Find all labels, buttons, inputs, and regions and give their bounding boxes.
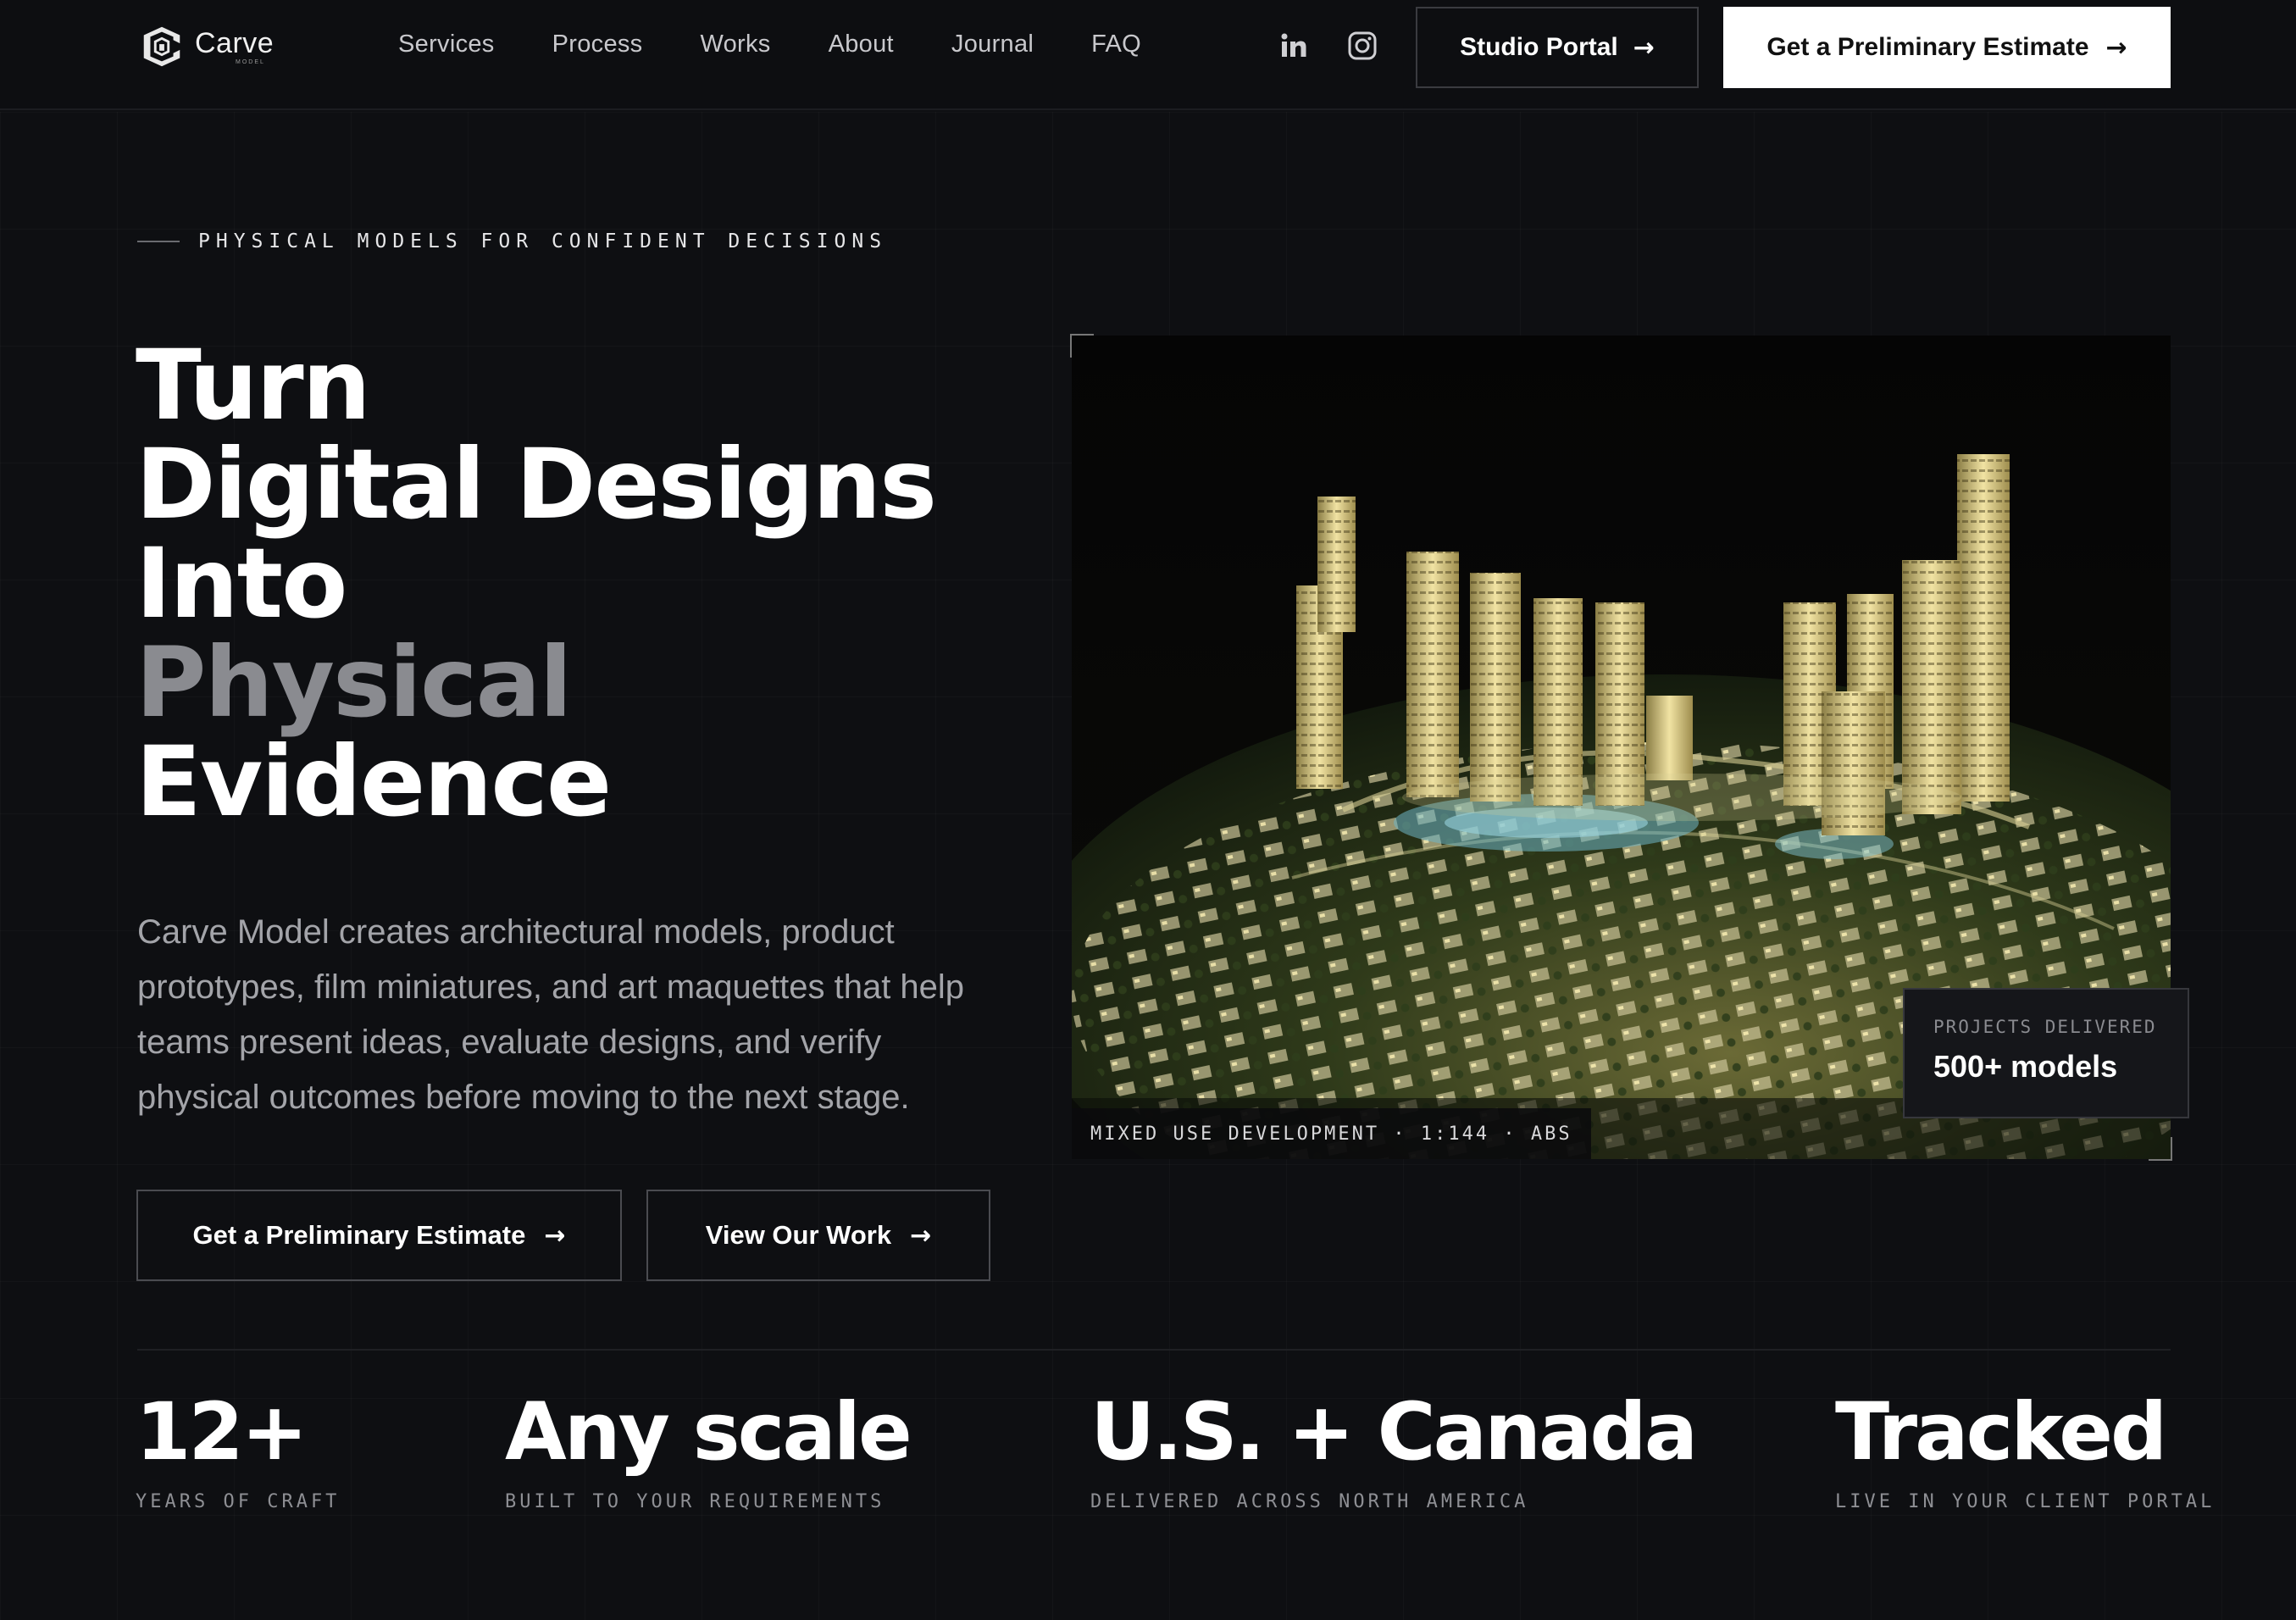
primary-nav: Services Process Works About Journal FAQ [398, 31, 1199, 58]
headline-line: Into [136, 527, 347, 640]
arrow-right-icon: → [1633, 32, 1655, 63]
stat-tracked: Tracked LIVE IN YOUR CLIENT PORTAL [1835, 1386, 2215, 1512]
logo-subtext: MODEL [236, 59, 265, 65]
instagram-icon[interactable] [1347, 31, 1378, 61]
studio-portal-label: Studio Portal [1460, 33, 1618, 61]
hero-headline: Turn Digital Designs Into Physical Evide… [136, 329, 937, 838]
photo-corner-frame [2149, 1137, 2172, 1161]
photo-corner-frame [1070, 334, 1094, 358]
logo-mark-icon [143, 26, 180, 67]
linkedin-icon[interactable] [1278, 31, 1309, 61]
stat-value: Tracked [1835, 1386, 2167, 1479]
stat-scale: Any scale BUILT TO YOUR REQUIREMENTS [505, 1386, 912, 1512]
card-value: 500+ models [1933, 1049, 2118, 1084]
hero-estimate-button[interactable]: Get a Preliminary Estimate → [136, 1190, 622, 1281]
eyebrow-text: PHYSICAL MODELS FOR CONFIDENT DECISIONS [198, 230, 888, 252]
stat-label: LIVE IN YOUR CLIENT PORTAL [1835, 1491, 2216, 1512]
eyebrow-rule [137, 241, 180, 242]
headline-line: Turn [136, 329, 371, 441]
header-estimate-button[interactable]: Get a Preliminary Estimate → [1723, 7, 2171, 88]
hero-description: Carve Model creates architectural models… [137, 913, 965, 1116]
stat-years: 12+ YEARS OF CRAFT [136, 1386, 340, 1512]
projects-delivered-card: PROJECTS DELIVERED 500+ models [1903, 988, 2189, 1118]
hero-estimate-label: Get a Preliminary Estimate [192, 1220, 526, 1250]
stat-label: DELIVERED ACROSS NORTH AMERICA [1090, 1491, 1529, 1512]
section-divider [137, 1349, 2171, 1351]
view-work-label: View Our Work [705, 1220, 892, 1250]
header-estimate-label: Get a Preliminary Estimate [1766, 33, 2089, 61]
logo[interactable]: Carve MODEL [137, 20, 281, 73]
arrow-right-icon: → [910, 1220, 932, 1251]
top-navigation: Carve MODEL Services Process Works About… [0, 0, 2296, 110]
stat-value: 12+ [136, 1386, 308, 1479]
logo-wordmark: Carve [195, 27, 275, 59]
headline-line: Evidence [136, 725, 612, 838]
stat-label: YEARS OF CRAFT [136, 1491, 341, 1512]
stat-value: U.S. + Canada [1090, 1386, 1698, 1479]
studio-portal-button[interactable]: Studio Portal → [1416, 7, 1699, 88]
nav-process[interactable]: Process [552, 31, 643, 58]
view-work-button[interactable]: View Our Work → [646, 1190, 990, 1281]
arrow-right-icon: → [2105, 32, 2127, 63]
hero-eyebrow: PHYSICAL MODELS FOR CONFIDENT DECISIONS [137, 230, 887, 252]
stat-value: Any scale [505, 1386, 912, 1479]
nav-services[interactable]: Services [398, 31, 495, 58]
nav-journal[interactable]: Journal [951, 31, 1034, 58]
stat-label: BUILT TO YOUR REQUIREMENTS [505, 1491, 885, 1512]
stat-coverage: U.S. + Canada DELIVERED ACROSS NORTH AME… [1090, 1386, 1698, 1512]
photo-caption: MIXED USE DEVELOPMENT · 1:144 · ABS [1072, 1108, 1591, 1159]
arrow-right-icon: → [544, 1220, 566, 1251]
card-label: PROJECTS DELIVERED [1933, 1017, 2157, 1037]
headline-line: Digital Designs [136, 428, 937, 541]
nav-about[interactable]: About [829, 31, 894, 58]
headline-line-highlight: Physical [136, 626, 573, 739]
nav-works[interactable]: Works [700, 31, 770, 58]
nav-faq[interactable]: FAQ [1091, 31, 1141, 58]
